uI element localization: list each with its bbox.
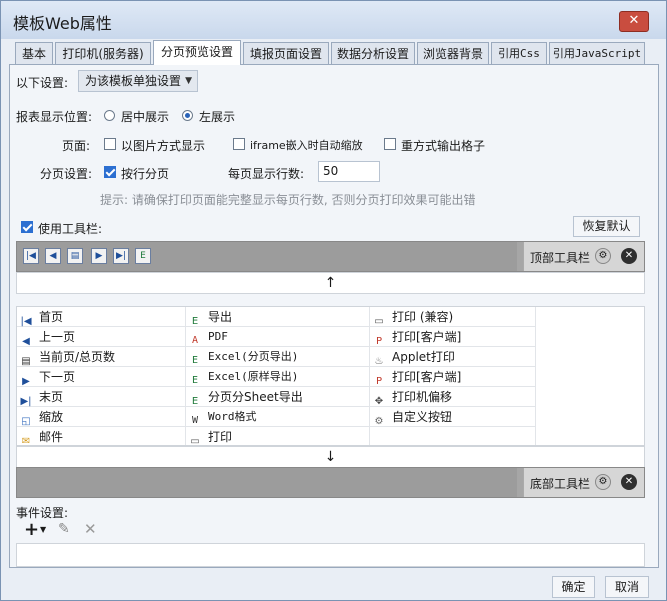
iframe-scale-label: iframe嵌入时自动缩放 bbox=[250, 139, 363, 152]
iframe-scale-checkbox[interactable] bbox=[233, 138, 245, 150]
pagination-label: 分页设置: bbox=[40, 167, 93, 181]
top-toolbar-controls: 顶部工具栏 ⚙ ✕ bbox=[523, 242, 644, 271]
current-page-icon[interactable]: ▤ bbox=[67, 248, 83, 264]
grid-item-email[interactable]: ✉ 邮件 bbox=[17, 427, 185, 447]
chevron-down-icon: ▼ bbox=[185, 76, 192, 86]
edit-icon[interactable]: ✎ bbox=[58, 521, 70, 537]
chevron-down-icon[interactable]: ▼ bbox=[40, 525, 46, 534]
first-page-icon[interactable]: |◀ bbox=[23, 248, 39, 264]
grid-item-print-compat[interactable]: ▭ 打印 (兼容) bbox=[370, 307, 535, 327]
grid-item-last-page[interactable]: ▶| 末页 bbox=[17, 387, 185, 407]
grid-item-custom-button[interactable]: ⚙ 自定义按钮 bbox=[370, 407, 535, 427]
radio-left-label: 左展示 bbox=[199, 110, 236, 124]
radio-center[interactable] bbox=[104, 110, 115, 121]
grid-item-excel-paged[interactable]: E Excel(分页导出) bbox=[186, 347, 369, 367]
tab-css[interactable]: 引用Css bbox=[491, 42, 547, 64]
add-icon[interactable]: + bbox=[24, 519, 39, 540]
grid-item-excel-original[interactable]: E Excel(原样导出) bbox=[186, 367, 369, 387]
tab-browser-background[interactable]: 浏览器背景 bbox=[417, 42, 489, 64]
move-up-button[interactable]: ↑ bbox=[16, 272, 645, 294]
next-page-icon[interactable]: ▶ bbox=[91, 248, 107, 264]
previous-page-icon[interactable]: ◀ bbox=[45, 248, 61, 264]
rows-per-page-label: 每页显示行数: bbox=[228, 167, 305, 181]
tab-content: 以下设置: 为该模板单独设置 ▼ 报表显示位置: 居中展示 左展示 页面: 以图… bbox=[9, 64, 659, 568]
grid-item-pdf[interactable]: A PDF bbox=[186, 327, 369, 347]
scope-select[interactable]: 为该模板单独设置 ▼ bbox=[78, 70, 198, 92]
excel-icon[interactable]: E bbox=[135, 248, 151, 264]
last-page-icon[interactable]: ▶| bbox=[113, 248, 129, 264]
tab-printer[interactable]: 打印机(服务器) bbox=[55, 42, 151, 64]
close-button[interactable]: ✕ bbox=[619, 11, 649, 32]
tab-pagination-preview[interactable]: 分页预览设置 bbox=[153, 40, 241, 65]
toolbar-button-grid: |◀ 首页 ◀ 上一页 ▤ 当前页/总页数 ▶ 下一页 ▶| 末页 ◱ 缩放 ✉ 邮件 E 导出… bbox=[16, 306, 645, 447]
as-image-checkbox[interactable] bbox=[104, 138, 116, 150]
grid-item-next-page[interactable]: ▶ 下一页 bbox=[17, 367, 185, 387]
rows-per-page-input[interactable]: 50 bbox=[318, 161, 380, 182]
tab-data-analysis[interactable]: 数据分析设置 bbox=[331, 42, 415, 64]
grid-item-word[interactable]: W Word格式 bbox=[186, 407, 369, 427]
grid-item-printer-offset[interactable]: ✥ 打印机偏移 bbox=[370, 387, 535, 407]
use-toolbar-checkbox[interactable] bbox=[21, 221, 33, 233]
close-icon[interactable]: ✕ bbox=[621, 474, 637, 490]
grid-item-export[interactable]: E 导出 bbox=[186, 307, 369, 327]
print-hint: 提示: 请确保打印页面能完整显示每页行数, 否则分页打印效果可能出错 bbox=[100, 193, 476, 207]
gear-icon[interactable]: ⚙ bbox=[595, 474, 611, 490]
display-position-label: 报表显示位置: bbox=[16, 110, 93, 124]
dialog-window: 模板Web属性 ✕ 基本 打印机(服务器) 分页预览设置 填报页面设置 数据分析… bbox=[0, 0, 667, 601]
as-image-label: 以图片方式显示 bbox=[121, 139, 206, 153]
radio-center-label: 居中展示 bbox=[121, 110, 170, 124]
word-icon: W bbox=[191, 415, 199, 426]
grid-item-print-client[interactable]: P 打印[客户端] bbox=[370, 327, 535, 347]
gear-icon[interactable]: ⚙ bbox=[595, 248, 611, 264]
use-toolbar-label: 使用工具栏: bbox=[38, 222, 103, 236]
restore-default-button[interactable]: 恢复默认 bbox=[573, 216, 640, 237]
tab-javascript[interactable]: 引用JavaScript bbox=[549, 42, 645, 64]
scope-label: 以下设置: bbox=[16, 76, 69, 90]
grid-item-zoom[interactable]: ◱ 缩放 bbox=[17, 407, 185, 427]
event-list bbox=[16, 543, 645, 567]
grid-item-first-page[interactable]: |◀ 首页 bbox=[17, 307, 185, 327]
page-label: 页面: bbox=[62, 139, 91, 153]
grid-item-applet-print[interactable]: ♨ Applet打印 bbox=[370, 347, 535, 367]
grid-item-previous-page[interactable]: ◀ 上一页 bbox=[17, 327, 185, 347]
top-toolbar-buttons: |◀ ◀ ▤ ▶ ▶| E bbox=[17, 242, 517, 271]
delete-icon[interactable]: ✕ bbox=[84, 520, 97, 538]
ok-button[interactable]: 确定 bbox=[552, 576, 595, 598]
top-toolbar-label: 顶部工具栏 bbox=[530, 251, 591, 265]
pdf-icon: A bbox=[191, 335, 199, 346]
grid-item-print[interactable]: ▭ 打印 bbox=[186, 427, 369, 447]
excel-icon: E bbox=[191, 355, 199, 366]
radio-left[interactable] bbox=[182, 110, 193, 121]
grid-item-excel-sheets[interactable]: E 分页分Sheet导出 bbox=[186, 387, 369, 407]
gear-icon: ⚙ bbox=[374, 416, 384, 427]
scope-select-value: 为该模板单独设置 bbox=[85, 74, 182, 88]
repeat-cells-checkbox[interactable] bbox=[384, 138, 396, 150]
tab-basic[interactable]: 基本 bbox=[15, 42, 53, 64]
dialog-title: 模板Web属性 bbox=[13, 14, 112, 33]
excel-icon: E bbox=[191, 375, 199, 386]
cancel-button[interactable]: 取消 bbox=[605, 576, 649, 598]
by-row-checkbox[interactable] bbox=[104, 166, 116, 178]
bottom-toolbar-buttons bbox=[17, 468, 517, 497]
tab-fill-page[interactable]: 填报页面设置 bbox=[243, 42, 329, 64]
move-down-button[interactable]: ↓ bbox=[16, 446, 645, 468]
grid-item-current-page[interactable]: ▤ 当前页/总页数 bbox=[17, 347, 185, 367]
close-icon[interactable]: ✕ bbox=[621, 248, 637, 264]
by-row-label: 按行分页 bbox=[121, 167, 170, 181]
title-bar: 模板Web属性 ✕ bbox=[1, 1, 666, 39]
top-toolbar: |◀ ◀ ▤ ▶ ▶| E 顶部工具栏 ⚙ ✕ bbox=[16, 241, 645, 272]
repeat-cells-label: 重方式输出格子 bbox=[401, 139, 486, 153]
bottom-toolbar-controls: 底部工具栏 ⚙ ✕ bbox=[523, 468, 644, 497]
bottom-toolbar: 底部工具栏 ⚙ ✕ bbox=[16, 467, 645, 498]
grid-item-print-client-2[interactable]: P 打印[客户端] bbox=[370, 367, 535, 387]
bottom-toolbar-label: 底部工具栏 bbox=[530, 477, 591, 491]
